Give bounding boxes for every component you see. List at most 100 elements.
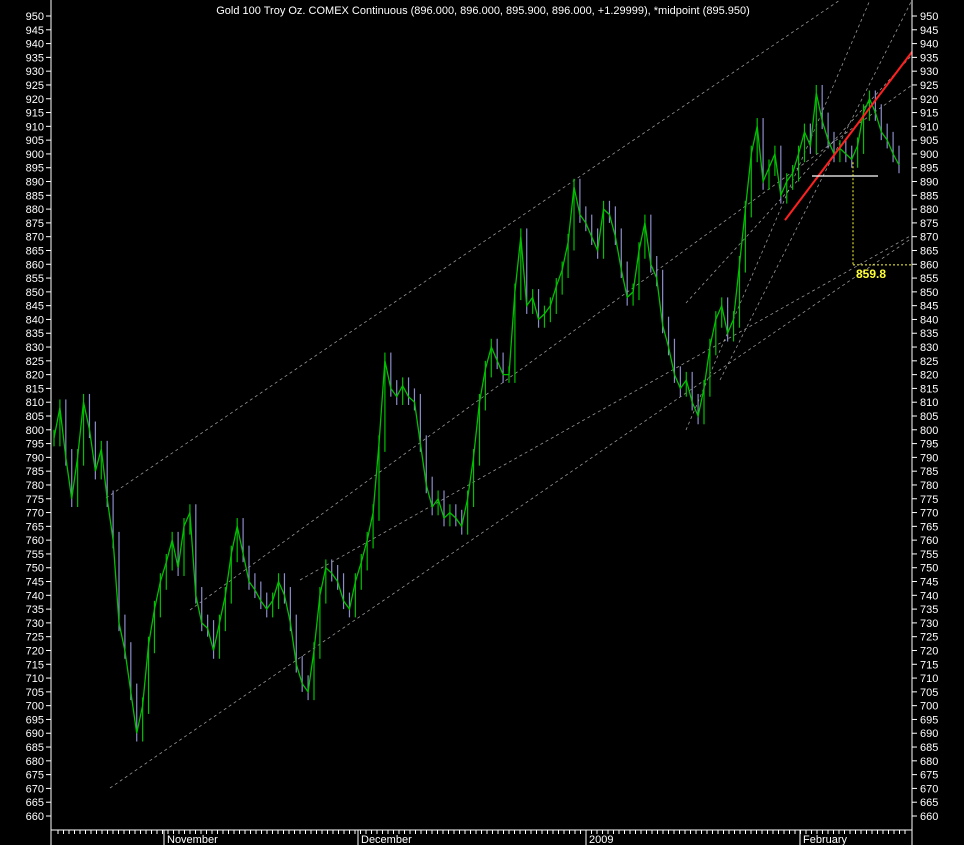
left-tick-label: 900: [26, 149, 44, 161]
right-tick-label: 875: [920, 218, 938, 230]
right-tick-label: 815: [920, 383, 938, 395]
left-tick-label: 780: [26, 480, 44, 492]
left-tick-label: 785: [26, 466, 44, 478]
right-tick-label: 870: [920, 232, 938, 244]
right-tick-label: 740: [920, 590, 938, 602]
left-tick-label: 880: [26, 204, 44, 216]
left-tick-label: 820: [26, 370, 44, 382]
right-tick-label: 950: [920, 11, 938, 23]
right-tick-label: 770: [920, 508, 938, 520]
left-tick-label: 920: [26, 94, 44, 106]
left-tick-label: 860: [26, 259, 44, 271]
right-tick-label: 885: [920, 190, 938, 202]
left-tick-label: 740: [26, 590, 44, 602]
left-tick-label: 805: [26, 411, 44, 423]
right-tick-label: 665: [920, 797, 938, 809]
left-tick-label: 800: [26, 425, 44, 437]
right-tick-label: 805: [920, 411, 938, 423]
right-tick-label: 685: [920, 742, 938, 754]
right-tick-label: 835: [920, 328, 938, 340]
gold-price-chart: Gold 100 Troy Oz. COMEX Continuous (896.…: [0, 0, 964, 845]
right-tick-label: 860: [920, 259, 938, 271]
left-tick-label: 840: [26, 314, 44, 326]
right-tick-label: 940: [920, 39, 938, 51]
right-tick-label: 720: [920, 645, 938, 657]
right-tick-label: 925: [920, 80, 938, 92]
right-tick-label: 880: [920, 204, 938, 216]
left-tick-label: 915: [26, 108, 44, 120]
left-tick-label: 910: [26, 121, 44, 133]
left-tick-label: 790: [26, 452, 44, 464]
left-tick-label: 750: [26, 563, 44, 575]
left-tick-label: 895: [26, 163, 44, 175]
left-tick-label: 715: [26, 659, 44, 671]
right-tick-label: 830: [920, 342, 938, 354]
right-tick-label: 795: [920, 439, 938, 451]
left-tick-label: 835: [26, 328, 44, 340]
chart-title: Gold 100 Troy Oz. COMEX Continuous (896.…: [216, 5, 750, 17]
right-tick-label: 790: [920, 452, 938, 464]
right-tick-label: 670: [920, 783, 938, 795]
month-label: 2009: [589, 834, 613, 845]
right-tick-label: 800: [920, 425, 938, 437]
left-tick-label: 695: [26, 714, 44, 726]
left-tick-label: 680: [26, 756, 44, 768]
right-tick-label: 945: [920, 25, 938, 37]
right-tick-label: 710: [920, 673, 938, 685]
left-tick-label: 890: [26, 177, 44, 189]
left-tick-label: 725: [26, 632, 44, 644]
right-tick-label: 895: [920, 163, 938, 175]
right-tick-label: 690: [920, 728, 938, 740]
left-tick-label: 710: [26, 673, 44, 685]
right-tick-label: 725: [920, 632, 938, 644]
right-tick-label: 935: [920, 52, 938, 64]
right-tick-label: 840: [920, 314, 938, 326]
right-tick-label: 900: [920, 149, 938, 161]
right-tick-label: 700: [920, 701, 938, 713]
right-tick-label: 755: [920, 549, 938, 561]
left-tick-label: 700: [26, 701, 44, 713]
right-tick-label: 745: [920, 577, 938, 589]
left-tick-label: 870: [26, 232, 44, 244]
right-tick-label: 920: [920, 94, 938, 106]
left-tick-label: 855: [26, 273, 44, 285]
left-tick-label: 810: [26, 397, 44, 409]
month-label: November: [167, 834, 218, 845]
right-tick-label: 930: [920, 66, 938, 78]
right-tick-label: 890: [920, 177, 938, 189]
left-tick-label: 685: [26, 742, 44, 754]
left-tick-label: 765: [26, 521, 44, 533]
right-tick-label: 785: [920, 466, 938, 478]
right-tick-label: 680: [920, 756, 938, 768]
left-tick-label: 705: [26, 687, 44, 699]
left-tick-label: 905: [26, 135, 44, 147]
left-tick-label: 825: [26, 356, 44, 368]
right-tick-label: 905: [920, 135, 938, 147]
right-tick-label: 675: [920, 770, 938, 782]
left-tick-label: 665: [26, 797, 44, 809]
right-tick-label: 915: [920, 108, 938, 120]
left-tick-label: 660: [26, 811, 44, 823]
left-tick-label: 950: [26, 11, 44, 23]
left-tick-label: 830: [26, 342, 44, 354]
month-label: February: [803, 834, 848, 845]
right-tick-label: 825: [920, 356, 938, 368]
left-tick-label: 770: [26, 508, 44, 520]
left-tick-label: 675: [26, 770, 44, 782]
right-tick-label: 730: [920, 618, 938, 630]
right-tick-label: 855: [920, 273, 938, 285]
right-tick-label: 775: [920, 494, 938, 506]
left-tick-label: 670: [26, 783, 44, 795]
left-tick-label: 720: [26, 645, 44, 657]
left-tick-label: 815: [26, 383, 44, 395]
left-tick-label: 755: [26, 549, 44, 561]
right-tick-label: 810: [920, 397, 938, 409]
right-tick-label: 765: [920, 521, 938, 533]
left-tick-label: 850: [26, 287, 44, 299]
left-tick-label: 690: [26, 728, 44, 740]
left-tick-label: 940: [26, 39, 44, 51]
right-tick-label: 660: [920, 811, 938, 823]
left-tick-label: 745: [26, 577, 44, 589]
left-tick-label: 865: [26, 245, 44, 257]
right-tick-label: 865: [920, 245, 938, 257]
